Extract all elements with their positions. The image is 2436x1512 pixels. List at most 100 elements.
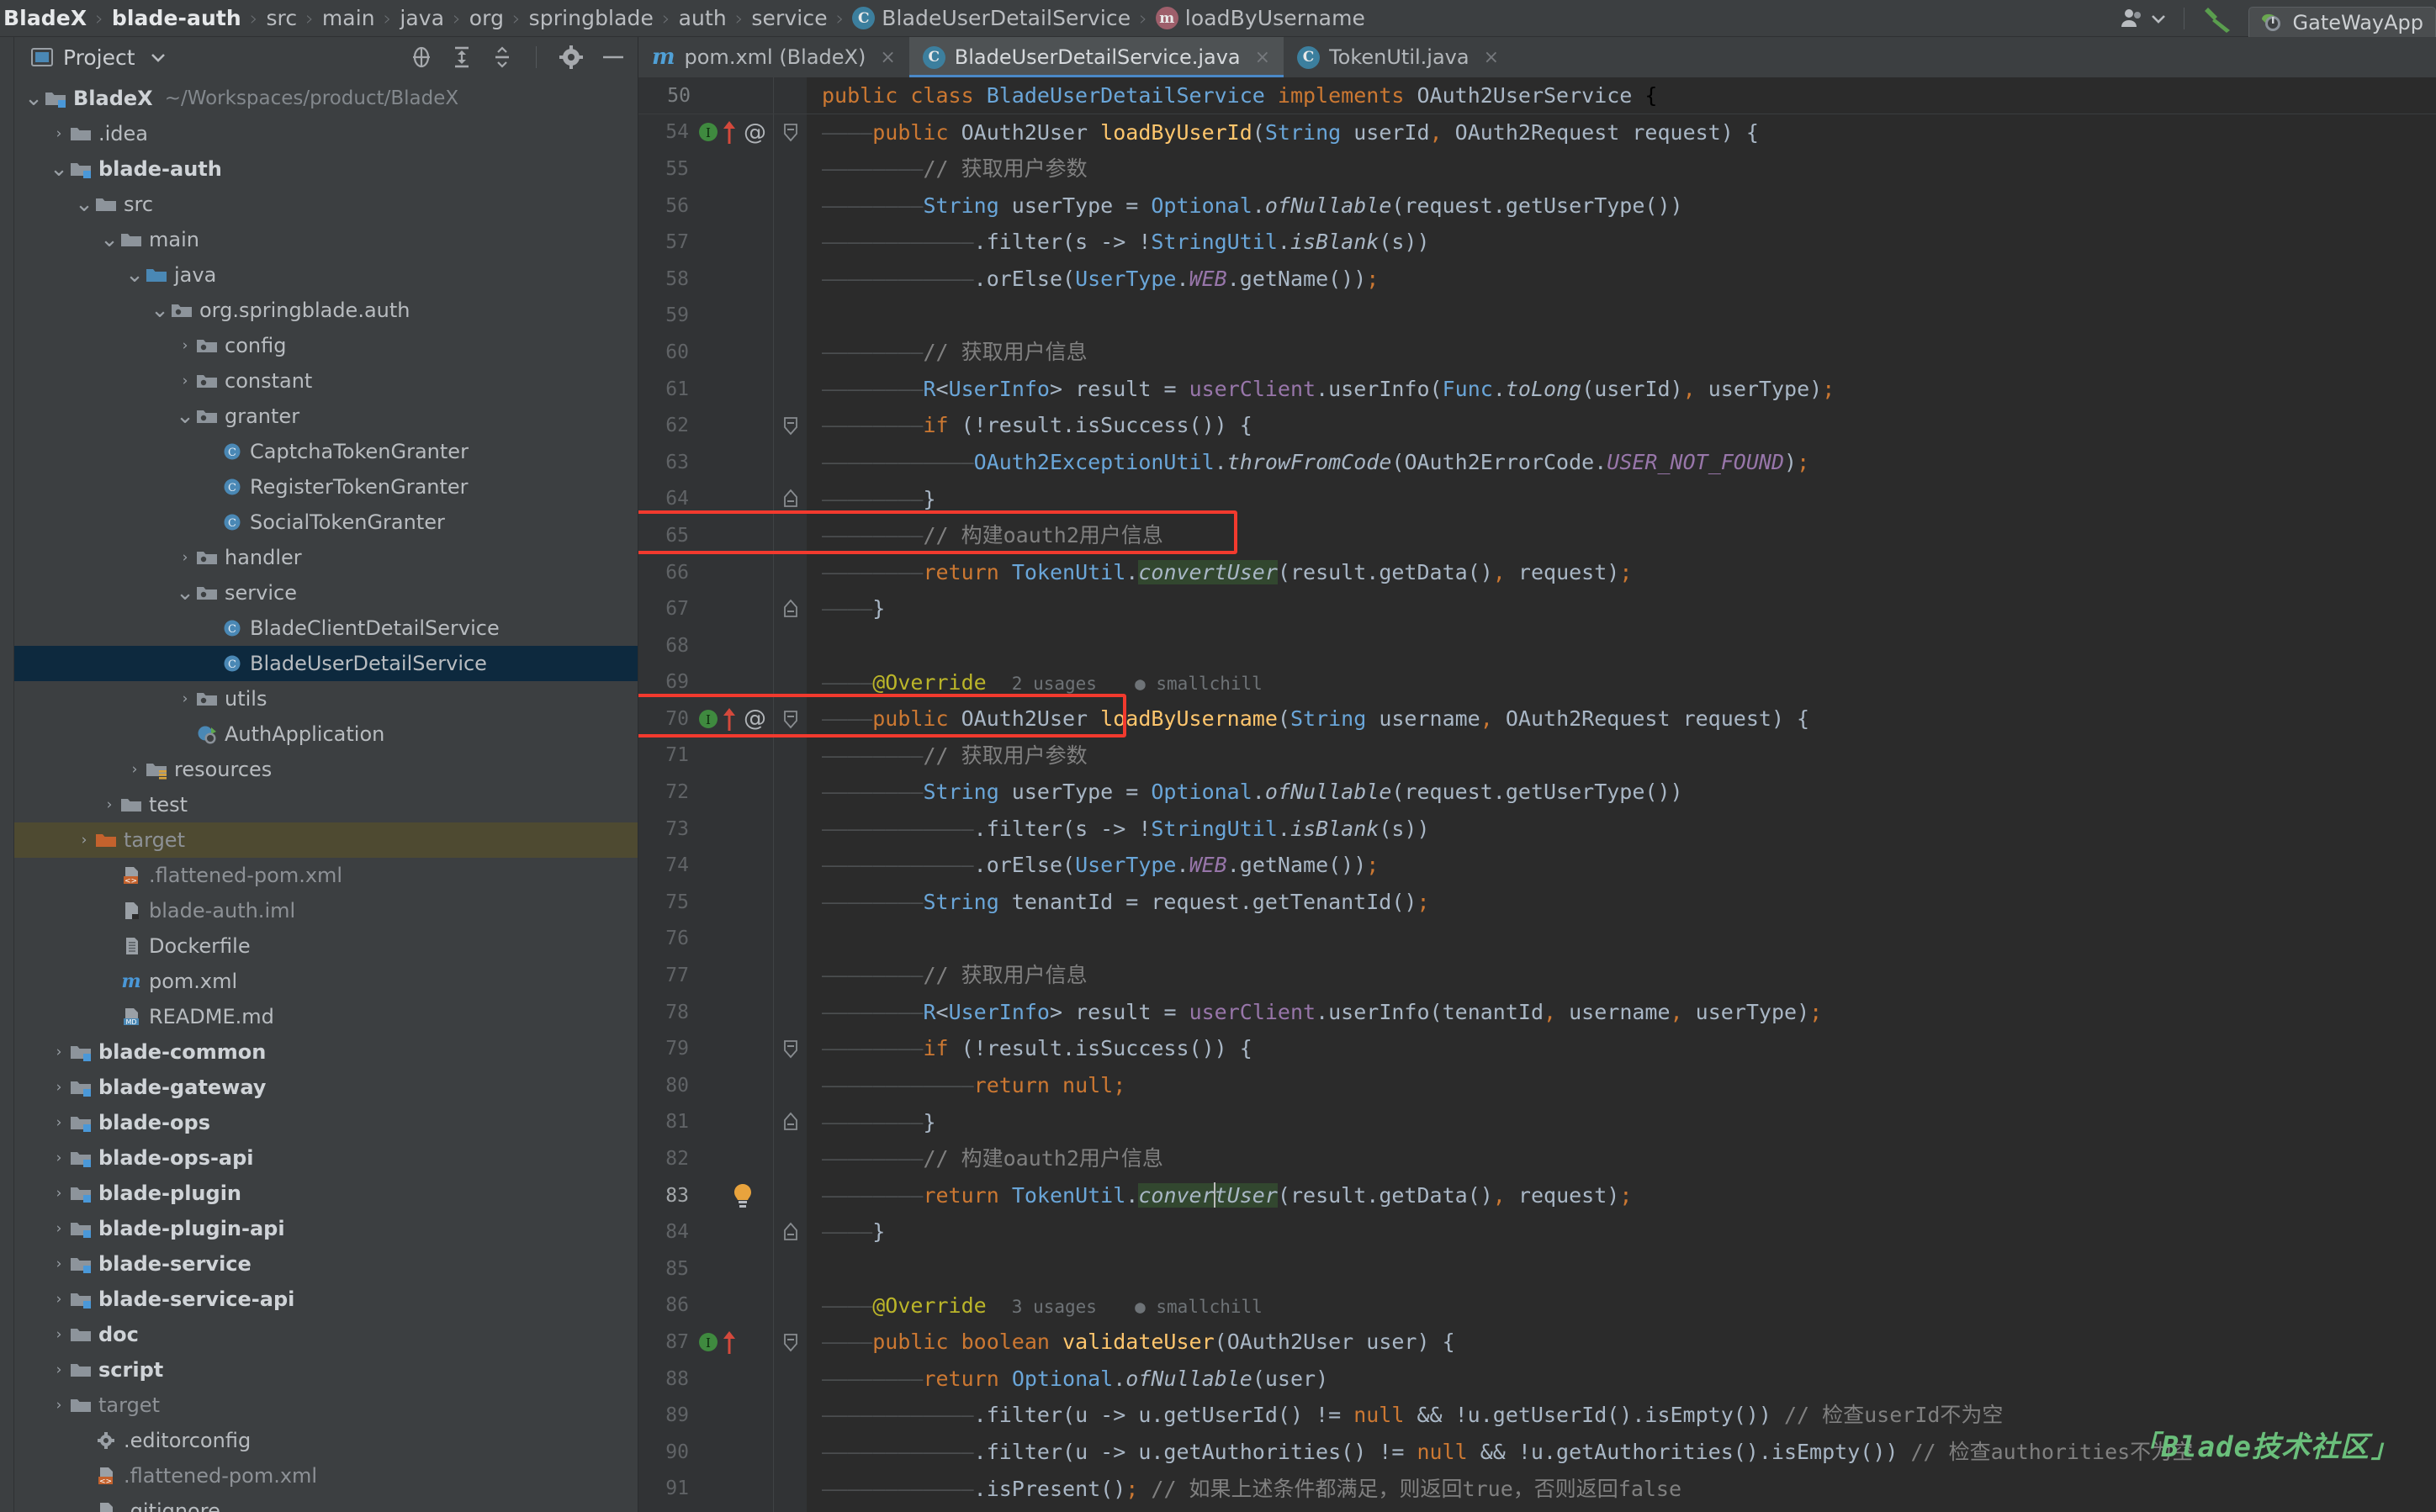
chevron-right-icon[interactable]: › bbox=[50, 1326, 68, 1343]
gutter-line-60[interactable]: 60 bbox=[638, 334, 773, 371]
chevron-down-icon[interactable]: ⌄ bbox=[176, 405, 194, 427]
gutter-line-76[interactable]: 76 bbox=[638, 921, 773, 958]
code-line-67[interactable]: ————} bbox=[822, 590, 2436, 627]
code-line-91[interactable]: ————————————.isPresent(); // 如果上述条件都满足，则… bbox=[822, 1471, 2436, 1508]
gutter-line-91[interactable]: 91 bbox=[638, 1471, 773, 1508]
code-line-74[interactable]: ————————————.orElse(UserType.WEB.getName… bbox=[822, 847, 2436, 884]
code-line-75[interactable]: ————————String tenantId = request.getTen… bbox=[822, 884, 2436, 921]
breadcrumb-item-service[interactable]: service bbox=[751, 6, 827, 30]
chevron-down-icon[interactable]: ⌄ bbox=[75, 193, 93, 215]
code-line-84[interactable]: ————} bbox=[822, 1213, 2436, 1250]
tree-item-target[interactable]: › target bbox=[14, 822, 638, 858]
tree-item--flattened-pom-xml[interactable]: <> .flattened-pom.xml bbox=[14, 1458, 638, 1493]
chevron-right-icon[interactable]: › bbox=[50, 1044, 68, 1060]
code-line-72[interactable]: ————————String userType = Optional.ofNul… bbox=[822, 774, 2436, 811]
fold-marker-line-92[interactable] bbox=[774, 1507, 807, 1512]
code-line-55[interactable]: ————————// 获取用户参数 bbox=[822, 151, 2436, 188]
tree-item-constant[interactable]: › constant bbox=[14, 363, 638, 399]
breadcrumb-item-loadbyusername[interactable]: m loadByUsername bbox=[1155, 6, 1365, 30]
tree-item-readme-md[interactable]: MD README.md bbox=[14, 999, 638, 1034]
tree-item-utils[interactable]: › utils bbox=[14, 681, 638, 716]
gutter-line-82[interactable]: 82 bbox=[638, 1140, 773, 1177]
chevron-down-icon[interactable]: ⌄ bbox=[176, 582, 194, 604]
gutter-line-89[interactable]: 89 bbox=[638, 1397, 773, 1434]
tree-item-blade-ops-api[interactable]: › blade-ops-api bbox=[14, 1140, 638, 1176]
gutter-line-86[interactable]: 86 bbox=[638, 1287, 773, 1324]
fold-marker-line-81[interactable] bbox=[774, 1104, 807, 1141]
tree-item-registertokengranter[interactable]: C RegisterTokenGranter bbox=[14, 469, 638, 505]
chevron-right-icon[interactable]: › bbox=[50, 1291, 68, 1308]
intention-bulb-icon[interactable] bbox=[731, 1182, 755, 1209]
chevron-down-icon[interactable]: ⌄ bbox=[50, 158, 68, 180]
editor-code-content[interactable]: ————@Override 1 usage ● smallchill————pu… bbox=[807, 77, 2436, 1512]
fold-marker-line-62[interactable] bbox=[774, 407, 807, 444]
user-avatar-button[interactable] bbox=[2108, 7, 2179, 30]
code-line-61[interactable]: ————————R<UserInfo> result = userClient.… bbox=[822, 371, 2436, 408]
code-line-83[interactable]: ————————return TokenUtil.convertUser(res… bbox=[822, 1177, 2436, 1214]
code-line-76[interactable] bbox=[822, 921, 2436, 958]
gutter-line-81[interactable]: 81 bbox=[638, 1104, 773, 1141]
tree-item-test[interactable]: › test bbox=[14, 787, 638, 822]
breadcrumb-item-org[interactable]: org bbox=[469, 6, 504, 30]
editor-tab-bladeuserdetailservice-java[interactable]: C BladeUserDetailService.java × bbox=[908, 37, 1284, 77]
tree-item-blade-service-api[interactable]: › blade-service-api bbox=[14, 1282, 638, 1317]
gutter-line-84[interactable]: 84 bbox=[638, 1213, 773, 1250]
tree-item--editorconfig[interactable]: .editorconfig bbox=[14, 1423, 638, 1458]
code-line-86[interactable]: ————@Override 3 usages ● smallchill bbox=[822, 1287, 2436, 1324]
tree-item-handler[interactable]: › handler bbox=[14, 540, 638, 575]
gutter-line-73[interactable]: 73 bbox=[638, 811, 773, 848]
tree-item-service[interactable]: ⌄ service bbox=[14, 575, 638, 611]
gutter-line-66[interactable]: 66 bbox=[638, 554, 773, 591]
code-line-73[interactable]: ————————————.filter(s -> !StringUtil.isB… bbox=[822, 811, 2436, 848]
chevron-right-icon[interactable]: › bbox=[50, 1220, 68, 1237]
left-tool-strip[interactable] bbox=[0, 37, 14, 1512]
override-arrow-icon[interactable] bbox=[722, 706, 737, 732]
close-icon[interactable]: × bbox=[1255, 47, 1270, 68]
code-line-66[interactable]: ————————return TokenUtil.convertUser(res… bbox=[822, 554, 2436, 591]
gutter-line-61[interactable]: 61 bbox=[638, 371, 773, 408]
chevron-right-icon[interactable]: › bbox=[50, 1256, 68, 1272]
code-line-56[interactable]: ————————String userType = Optional.ofNul… bbox=[822, 188, 2436, 225]
gutter-line-67[interactable]: 67 bbox=[638, 590, 773, 627]
code-line-87[interactable]: ————public boolean validateUser(OAuth2Us… bbox=[822, 1324, 2436, 1361]
gutter-line-62[interactable]: 62 bbox=[638, 407, 773, 444]
tree-item-bladex[interactable]: ⌄ BladeX ~/Workspaces/product/BladeX bbox=[14, 81, 638, 116]
tree-item-dockerfile[interactable]: Dockerfile bbox=[14, 928, 638, 964]
gutter-line-80[interactable]: 80 bbox=[638, 1067, 773, 1104]
code-line-80[interactable]: ————————————return null; bbox=[822, 1067, 2436, 1104]
fold-marker-line-67[interactable] bbox=[774, 590, 807, 627]
fold-marker-line-70[interactable] bbox=[774, 700, 807, 737]
code-line-58[interactable]: ————————————.orElse(UserType.WEB.getName… bbox=[822, 261, 2436, 298]
tree-item-blade-service[interactable]: › blade-service bbox=[14, 1246, 638, 1282]
chevron-down-icon[interactable]: ⌄ bbox=[100, 229, 119, 251]
gutter-line-77[interactable]: 77 bbox=[638, 957, 773, 994]
gutter-line-58[interactable]: 58 bbox=[638, 261, 773, 298]
close-icon[interactable]: × bbox=[1484, 47, 1499, 68]
code-editor[interactable]: 5354I@55565758596061626364656667686970I@… bbox=[638, 77, 2436, 1512]
gutter-line-78[interactable]: 78 bbox=[638, 994, 773, 1031]
gutter-line-69[interactable]: 69 bbox=[638, 664, 773, 701]
tree-item-script[interactable]: › script bbox=[14, 1352, 638, 1388]
annotation-at-icon[interactable]: @ bbox=[744, 119, 766, 145]
implements-icon[interactable]: I bbox=[697, 708, 719, 730]
tree-item-config[interactable]: › config bbox=[14, 328, 638, 363]
tree-item-pom-xml[interactable]: m pom.xml bbox=[14, 964, 638, 999]
code-line-68[interactable] bbox=[822, 627, 2436, 664]
code-line-65[interactable]: ————————// 构建oauth2用户信息 bbox=[822, 517, 2436, 554]
gutter-line-55[interactable]: 55 bbox=[638, 151, 773, 188]
fold-marker-line-84[interactable] bbox=[774, 1213, 807, 1250]
tree-item-blade-auth-iml[interactable]: blade-auth.iml bbox=[14, 893, 638, 928]
tree-item-resources[interactable]: › resources bbox=[14, 752, 638, 787]
gutter-line-74[interactable]: 74 bbox=[638, 847, 773, 884]
gutter-line-72[interactable]: 72 bbox=[638, 774, 773, 811]
fold-marker-line-87[interactable] bbox=[774, 1324, 807, 1361]
tree-item-blade-ops[interactable]: › blade-ops bbox=[14, 1105, 638, 1140]
chevron-right-icon[interactable]: › bbox=[75, 832, 93, 849]
gutter-line-63[interactable]: 63 bbox=[638, 444, 773, 481]
tree-item-socialtokengranter[interactable]: C SocialTokenGranter bbox=[14, 505, 638, 540]
gutter-line-87[interactable]: 87 I bbox=[638, 1324, 773, 1361]
breadcrumb-item-bladex[interactable]: BladeX bbox=[3, 6, 87, 30]
tree-item-granter[interactable]: ⌄ granter bbox=[14, 399, 638, 434]
gutter-line-85[interactable]: 85 bbox=[638, 1250, 773, 1287]
code-line-77[interactable]: ————————// 获取用户信息 bbox=[822, 957, 2436, 994]
